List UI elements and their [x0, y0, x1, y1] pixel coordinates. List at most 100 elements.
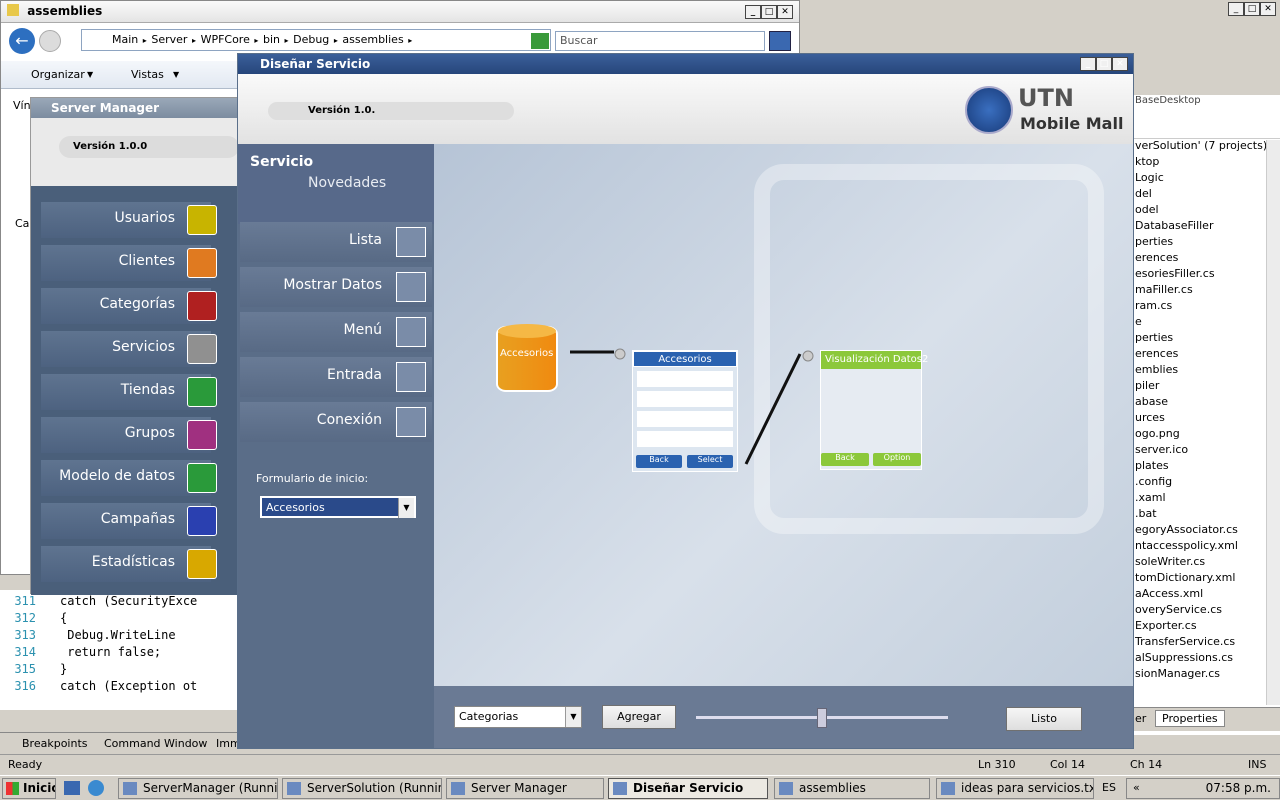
minimize-button[interactable]: _ — [745, 5, 761, 19]
connector-dot[interactable] — [614, 348, 626, 360]
minimize-button[interactable]: _ — [1080, 57, 1096, 71]
organize-menu[interactable]: Organizar — [31, 68, 85, 81]
tree-item[interactable]: emblies — [1133, 363, 1280, 379]
tab-command-window[interactable]: Command Window — [104, 737, 207, 750]
taskbar-task[interactable]: ideas para servicios.txt -... — [936, 778, 1094, 799]
tree-item[interactable]: alSuppressions.cs — [1133, 651, 1280, 667]
tree-item[interactable]: erences — [1133, 347, 1280, 363]
sm-menu-item[interactable]: Usuarios — [41, 202, 217, 238]
component-button[interactable]: Menú — [240, 312, 432, 352]
done-button[interactable]: Listo — [1006, 707, 1082, 731]
code-editor[interactable]: 311 catch (SecurityExce 312 {313 Debug.Writ… — [0, 590, 240, 710]
tree-item[interactable]: soleWriter.cs — [1133, 555, 1280, 571]
taskbar-task[interactable]: ServerManager (Running... — [118, 778, 278, 799]
category-select[interactable]: Categorias ▼ — [454, 706, 582, 728]
tree-item[interactable]: perties — [1133, 235, 1280, 251]
sm-menu-item[interactable]: Grupos — [41, 417, 217, 453]
sm-menu-item[interactable]: Modelo de datos — [41, 460, 217, 496]
tree-item[interactable]: del — [1133, 187, 1280, 203]
breadcrumb-item[interactable]: assemblies — [342, 33, 403, 46]
tree-item[interactable]: piler — [1133, 379, 1280, 395]
taskbar-task[interactable]: Server Manager — [446, 778, 604, 799]
list-back-button[interactable]: Back — [636, 455, 682, 468]
taskbar-task[interactable]: ServerSolution (Running)... — [282, 778, 442, 799]
breadcrumb-item[interactable]: bin — [263, 33, 280, 46]
chevron-down-icon[interactable]: ▼ — [398, 498, 414, 518]
views-menu[interactable]: Vistas — [131, 68, 164, 81]
tree-item[interactable]: perties — [1133, 331, 1280, 347]
forward-icon[interactable] — [39, 30, 61, 52]
taskbar-task[interactable]: Diseñar Servicio — [608, 778, 768, 799]
sm-menu-item[interactable]: Categorías — [41, 288, 217, 324]
tree-item[interactable]: odel — [1133, 203, 1280, 219]
maximize-button[interactable]: □ — [1096, 57, 1112, 71]
breadcrumb-item[interactable]: WPFCore — [201, 33, 250, 46]
tree-item[interactable]: abase — [1133, 395, 1280, 411]
tree-item[interactable]: tomDictionary.xml — [1133, 571, 1280, 587]
maximize-button[interactable]: □ — [1244, 2, 1260, 16]
tree-item[interactable]: erences — [1133, 251, 1280, 267]
tree-item[interactable]: sionManager.cs — [1133, 667, 1280, 683]
back-icon[interactable]: ← — [9, 28, 35, 54]
design-canvas[interactable]: Accesorios Accesorios Back Select Visual… — [434, 144, 1133, 686]
connection-line[interactable] — [744, 353, 802, 465]
tab-solution[interactable]: er — [1135, 712, 1146, 725]
minimize-button[interactable]: _ — [1228, 2, 1244, 16]
show-desktop-icon[interactable] — [64, 781, 80, 795]
tree-item[interactable]: Logic — [1133, 171, 1280, 187]
tree-item[interactable]: esoriesFiller.cs — [1133, 267, 1280, 283]
component-button[interactable]: Conexión — [240, 402, 432, 442]
tree-item[interactable]: overyService.cs — [1133, 603, 1280, 619]
view-option-button[interactable]: Option — [873, 453, 921, 466]
search-input[interactable]: Buscar — [555, 31, 765, 51]
list-select-button[interactable]: Select — [687, 455, 733, 468]
component-button[interactable]: Entrada — [240, 357, 432, 397]
tree-item[interactable]: verSolution' (7 projects) — [1133, 139, 1280, 155]
taskbar-task[interactable]: assemblies — [774, 778, 930, 799]
start-button[interactable]: Inicio — [2, 778, 56, 799]
add-button[interactable]: Agregar — [602, 705, 676, 729]
sm-menu-item[interactable]: Servicios — [41, 331, 217, 367]
tree-item[interactable]: server.ico — [1133, 443, 1280, 459]
component-button[interactable]: Mostrar Datos — [240, 267, 432, 307]
tree-item[interactable]: urces — [1133, 411, 1280, 427]
breadcrumb-item[interactable]: Debug — [293, 33, 329, 46]
view-back-button[interactable]: Back — [821, 453, 869, 466]
tree-item[interactable]: egoryAssociator.cs — [1133, 523, 1280, 539]
address-bar[interactable]: Main ▸ Server ▸ WPFCore ▸ bin ▸ Debug ▸ … — [81, 29, 551, 51]
component-button[interactable]: Lista — [240, 222, 432, 262]
close-button[interactable]: ✕ — [1260, 2, 1276, 16]
close-button[interactable]: ✕ — [1112, 57, 1128, 71]
list-node[interactable]: Accesorios Back Select — [632, 350, 738, 472]
search-icon[interactable] — [769, 31, 791, 51]
tree-item[interactable]: .config — [1133, 475, 1280, 491]
tree-item[interactable]: ram.cs — [1133, 299, 1280, 315]
chevron-left-icon[interactable]: « — [1133, 781, 1140, 794]
browser-icon[interactable] — [88, 780, 104, 796]
breadcrumb-item[interactable]: Server — [151, 33, 187, 46]
tree-item[interactable]: aAccess.xml — [1133, 587, 1280, 603]
tree-item[interactable]: e — [1133, 315, 1280, 331]
chevron-down-icon[interactable]: ▼ — [565, 707, 581, 727]
tree-item[interactable]: .bat — [1133, 507, 1280, 523]
tree-item[interactable]: TransferService.cs — [1133, 635, 1280, 651]
slider-thumb[interactable] — [817, 708, 827, 728]
maximize-button[interactable]: □ — [761, 5, 777, 19]
tree-item[interactable]: ntaccesspolicy.xml — [1133, 539, 1280, 555]
tree-item[interactable]: maFiller.cs — [1133, 283, 1280, 299]
tab-properties[interactable]: Properties — [1155, 710, 1225, 727]
scrollbar[interactable] — [1266, 140, 1280, 705]
tab-breakpoints[interactable]: Breakpoints — [22, 737, 88, 750]
tree-item[interactable]: DatabaseFiller — [1133, 219, 1280, 235]
sm-menu-item[interactable]: Tiendas — [41, 374, 217, 410]
sm-menu-item[interactable]: Clientes — [41, 245, 217, 281]
tree-item[interactable]: plates — [1133, 459, 1280, 475]
tree-item[interactable]: ogo.png — [1133, 427, 1280, 443]
close-button[interactable]: ✕ — [777, 5, 793, 19]
connector-dot[interactable] — [802, 350, 814, 362]
tree-item[interactable]: ktop — [1133, 155, 1280, 171]
view-node[interactable]: Visualización Datos2 Back Option — [820, 350, 928, 470]
sm-menu-item[interactable]: Estadísticas — [41, 546, 217, 582]
refresh-icon[interactable] — [531, 33, 549, 49]
breadcrumb-item[interactable]: Main — [112, 33, 138, 46]
